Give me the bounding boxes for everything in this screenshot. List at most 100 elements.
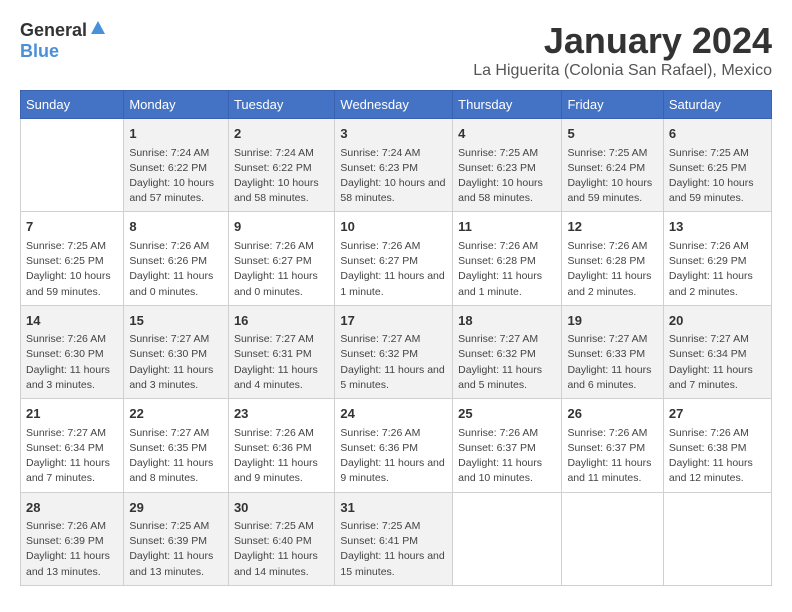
logo-blue-text: Blue — [20, 41, 59, 61]
day-info: Sunrise: 7:27 AMSunset: 6:33 PMDaylight:… — [567, 332, 657, 393]
calendar-cell: 17Sunrise: 7:27 AMSunset: 6:32 PMDayligh… — [335, 305, 453, 398]
calendar-cell: 13Sunrise: 7:26 AMSunset: 6:29 PMDayligh… — [663, 212, 771, 305]
day-number: 20 — [669, 311, 766, 331]
calendar-week-row: 28Sunrise: 7:26 AMSunset: 6:39 PMDayligh… — [21, 492, 772, 585]
day-info: Sunrise: 7:27 AMSunset: 6:35 PMDaylight:… — [129, 426, 223, 487]
calendar-cell: 25Sunrise: 7:26 AMSunset: 6:37 PMDayligh… — [453, 399, 562, 492]
day-info: Sunrise: 7:25 AMSunset: 6:39 PMDaylight:… — [129, 519, 223, 580]
day-info: Sunrise: 7:25 AMSunset: 6:41 PMDaylight:… — [340, 519, 447, 580]
day-info: Sunrise: 7:24 AMSunset: 6:22 PMDaylight:… — [234, 146, 329, 207]
day-number: 21 — [26, 404, 118, 424]
calendar-cell: 16Sunrise: 7:27 AMSunset: 6:31 PMDayligh… — [228, 305, 334, 398]
calendar-cell: 26Sunrise: 7:26 AMSunset: 6:37 PMDayligh… — [562, 399, 663, 492]
header-friday: Friday — [562, 91, 663, 119]
day-info: Sunrise: 7:27 AMSunset: 6:34 PMDaylight:… — [26, 426, 118, 487]
calendar-cell: 18Sunrise: 7:27 AMSunset: 6:32 PMDayligh… — [453, 305, 562, 398]
calendar-cell: 7Sunrise: 7:25 AMSunset: 6:25 PMDaylight… — [21, 212, 124, 305]
day-number: 17 — [340, 311, 447, 331]
day-number: 29 — [129, 498, 223, 518]
calendar-cell: 21Sunrise: 7:27 AMSunset: 6:34 PMDayligh… — [21, 399, 124, 492]
logo-general-text: General — [20, 20, 87, 41]
calendar-cell: 9Sunrise: 7:26 AMSunset: 6:27 PMDaylight… — [228, 212, 334, 305]
day-info: Sunrise: 7:27 AMSunset: 6:30 PMDaylight:… — [129, 332, 223, 393]
day-number: 12 — [567, 217, 657, 237]
day-info: Sunrise: 7:25 AMSunset: 6:40 PMDaylight:… — [234, 519, 329, 580]
calendar-cell: 6Sunrise: 7:25 AMSunset: 6:25 PMDaylight… — [663, 119, 771, 212]
calendar-cell — [453, 492, 562, 585]
day-number: 10 — [340, 217, 447, 237]
calendar-week-row: 1Sunrise: 7:24 AMSunset: 6:22 PMDaylight… — [21, 119, 772, 212]
calendar-cell: 1Sunrise: 7:24 AMSunset: 6:22 PMDaylight… — [124, 119, 229, 212]
calendar-cell: 11Sunrise: 7:26 AMSunset: 6:28 PMDayligh… — [453, 212, 562, 305]
calendar-cell: 28Sunrise: 7:26 AMSunset: 6:39 PMDayligh… — [21, 492, 124, 585]
title-section: January 2024 La Higuerita (Colonia San R… — [473, 20, 772, 80]
day-info: Sunrise: 7:26 AMSunset: 6:37 PMDaylight:… — [458, 426, 556, 487]
calendar-cell: 5Sunrise: 7:25 AMSunset: 6:24 PMDaylight… — [562, 119, 663, 212]
day-number: 3 — [340, 124, 447, 144]
day-number: 2 — [234, 124, 329, 144]
calendar-cell — [562, 492, 663, 585]
day-info: Sunrise: 7:27 AMSunset: 6:32 PMDaylight:… — [458, 332, 556, 393]
day-number: 13 — [669, 217, 766, 237]
day-number: 26 — [567, 404, 657, 424]
day-info: Sunrise: 7:26 AMSunset: 6:27 PMDaylight:… — [234, 239, 329, 300]
day-info: Sunrise: 7:25 AMSunset: 6:23 PMDaylight:… — [458, 146, 556, 207]
calendar-cell: 19Sunrise: 7:27 AMSunset: 6:33 PMDayligh… — [562, 305, 663, 398]
day-number: 11 — [458, 217, 556, 237]
calendar-cell: 4Sunrise: 7:25 AMSunset: 6:23 PMDaylight… — [453, 119, 562, 212]
day-info: Sunrise: 7:26 AMSunset: 6:39 PMDaylight:… — [26, 519, 118, 580]
day-info: Sunrise: 7:26 AMSunset: 6:30 PMDaylight:… — [26, 332, 118, 393]
calendar-cell: 8Sunrise: 7:26 AMSunset: 6:26 PMDaylight… — [124, 212, 229, 305]
day-info: Sunrise: 7:26 AMSunset: 6:37 PMDaylight:… — [567, 426, 657, 487]
calendar-cell: 10Sunrise: 7:26 AMSunset: 6:27 PMDayligh… — [335, 212, 453, 305]
day-info: Sunrise: 7:25 AMSunset: 6:25 PMDaylight:… — [669, 146, 766, 207]
header-thursday: Thursday — [453, 91, 562, 119]
day-info: Sunrise: 7:27 AMSunset: 6:31 PMDaylight:… — [234, 332, 329, 393]
day-info: Sunrise: 7:26 AMSunset: 6:29 PMDaylight:… — [669, 239, 766, 300]
day-info: Sunrise: 7:25 AMSunset: 6:24 PMDaylight:… — [567, 146, 657, 207]
day-number: 19 — [567, 311, 657, 331]
day-number: 16 — [234, 311, 329, 331]
day-info: Sunrise: 7:24 AMSunset: 6:23 PMDaylight:… — [340, 146, 447, 207]
calendar-cell: 23Sunrise: 7:26 AMSunset: 6:36 PMDayligh… — [228, 399, 334, 492]
header-sunday: Sunday — [21, 91, 124, 119]
day-number: 28 — [26, 498, 118, 518]
day-number: 4 — [458, 124, 556, 144]
day-info: Sunrise: 7:26 AMSunset: 6:26 PMDaylight:… — [129, 239, 223, 300]
month-title: January 2024 — [473, 20, 772, 62]
calendar-cell: 14Sunrise: 7:26 AMSunset: 6:30 PMDayligh… — [21, 305, 124, 398]
day-info: Sunrise: 7:26 AMSunset: 6:36 PMDaylight:… — [340, 426, 447, 487]
calendar-week-row: 21Sunrise: 7:27 AMSunset: 6:34 PMDayligh… — [21, 399, 772, 492]
header-monday: Monday — [124, 91, 229, 119]
logo: General Blue — [20, 20, 106, 62]
day-number: 25 — [458, 404, 556, 424]
day-number: 18 — [458, 311, 556, 331]
calendar-cell: 20Sunrise: 7:27 AMSunset: 6:34 PMDayligh… — [663, 305, 771, 398]
day-info: Sunrise: 7:24 AMSunset: 6:22 PMDaylight:… — [129, 146, 223, 207]
page-header: General Blue January 2024 La Higuerita (… — [20, 20, 772, 80]
header-tuesday: Tuesday — [228, 91, 334, 119]
calendar-cell: 3Sunrise: 7:24 AMSunset: 6:23 PMDaylight… — [335, 119, 453, 212]
calendar-cell: 15Sunrise: 7:27 AMSunset: 6:30 PMDayligh… — [124, 305, 229, 398]
calendar-cell: 12Sunrise: 7:26 AMSunset: 6:28 PMDayligh… — [562, 212, 663, 305]
calendar-week-row: 7Sunrise: 7:25 AMSunset: 6:25 PMDaylight… — [21, 212, 772, 305]
day-number: 15 — [129, 311, 223, 331]
day-number: 6 — [669, 124, 766, 144]
calendar-week-row: 14Sunrise: 7:26 AMSunset: 6:30 PMDayligh… — [21, 305, 772, 398]
calendar-cell: 31Sunrise: 7:25 AMSunset: 6:41 PMDayligh… — [335, 492, 453, 585]
day-number: 27 — [669, 404, 766, 424]
day-number: 22 — [129, 404, 223, 424]
calendar-cell: 24Sunrise: 7:26 AMSunset: 6:36 PMDayligh… — [335, 399, 453, 492]
day-info: Sunrise: 7:26 AMSunset: 6:36 PMDaylight:… — [234, 426, 329, 487]
day-number: 24 — [340, 404, 447, 424]
day-number: 1 — [129, 124, 223, 144]
calendar-cell — [663, 492, 771, 585]
day-info: Sunrise: 7:26 AMSunset: 6:28 PMDaylight:… — [567, 239, 657, 300]
day-number: 31 — [340, 498, 447, 518]
logo-triangle-icon — [90, 20, 106, 41]
day-number: 7 — [26, 217, 118, 237]
day-number: 14 — [26, 311, 118, 331]
calendar-header-row: Sunday Monday Tuesday Wednesday Thursday… — [21, 91, 772, 119]
header-wednesday: Wednesday — [335, 91, 453, 119]
day-info: Sunrise: 7:26 AMSunset: 6:27 PMDaylight:… — [340, 239, 447, 300]
